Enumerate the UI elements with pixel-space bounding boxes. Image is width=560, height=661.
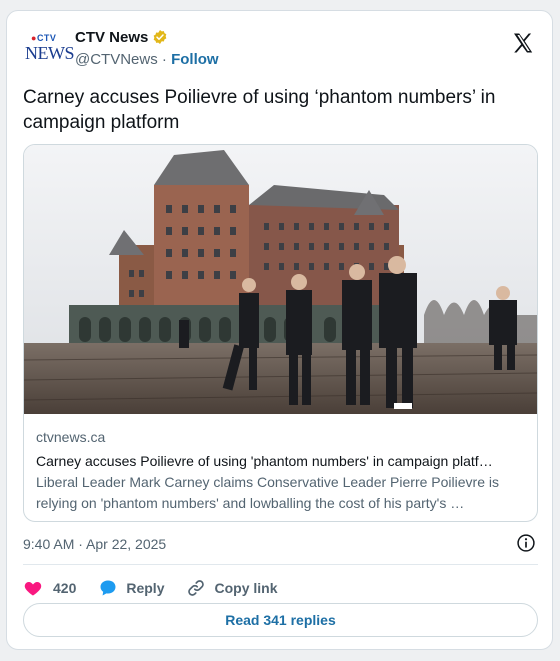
heart-icon	[24, 582, 42, 596]
reply-label: Reply	[126, 580, 165, 596]
link-icon	[188, 580, 205, 596]
copy-link-label: Copy link	[214, 580, 278, 596]
tweet-embed-card: ●CTV NEWS CTV News @CTVNews · Follow Car…	[6, 10, 553, 650]
info-icon[interactable]	[516, 533, 536, 553]
link-preview-image[interactable]	[24, 145, 538, 414]
link-description: Liberal Leader Mark Carney claims Conser…	[36, 474, 499, 511]
link-title[interactable]: Carney accuses Poilievre of using 'phant…	[36, 453, 528, 469]
like-count: 420	[53, 580, 77, 596]
account-handle[interactable]: @CTVNews	[75, 51, 158, 68]
action-bar: 420 Reply Copy link	[23, 571, 538, 605]
logo-ctv-text: ●CTV	[31, 33, 57, 43]
separator: ·	[161, 51, 167, 68]
like-button[interactable]: 420	[23, 578, 76, 598]
timestamp-row: 9:40 AM · Apr 22, 2025	[23, 532, 538, 556]
read-replies-button[interactable]: Read 341 replies	[23, 603, 538, 637]
account-name-row: CTV News	[75, 27, 168, 47]
tweet-header: ●CTV NEWS CTV News @CTVNews · Follow	[25, 27, 537, 73]
link-preview-card[interactable]: ctvnews.ca Carney accuses Poilievre of u…	[23, 144, 538, 522]
follow-button[interactable]: Follow	[171, 51, 219, 68]
divider	[23, 564, 538, 565]
link-domain: ctvnews.ca	[36, 429, 106, 445]
copy-link-button[interactable]: Copy link	[186, 578, 278, 598]
tweet-text: Carney accuses Poilievre of using ‘phant…	[23, 87, 496, 133]
account-name[interactable]: CTV News	[75, 29, 148, 46]
handle-row: @CTVNews · Follow	[75, 51, 219, 68]
x-logo-icon[interactable]	[511, 31, 535, 55]
verified-badge-icon	[154, 30, 167, 44]
tweet-timestamp[interactable]: 9:40 AM · Apr 22, 2025	[23, 536, 166, 552]
ctv-news-avatar[interactable]: ●CTV NEWS	[25, 33, 75, 67]
link-meta: ctvnews.ca Carney accuses Poilievre of u…	[36, 429, 528, 514]
reply-button[interactable]: Reply	[98, 578, 164, 598]
logo-news-text: NEWS	[25, 43, 75, 63]
reply-bubble-icon	[100, 580, 116, 596]
